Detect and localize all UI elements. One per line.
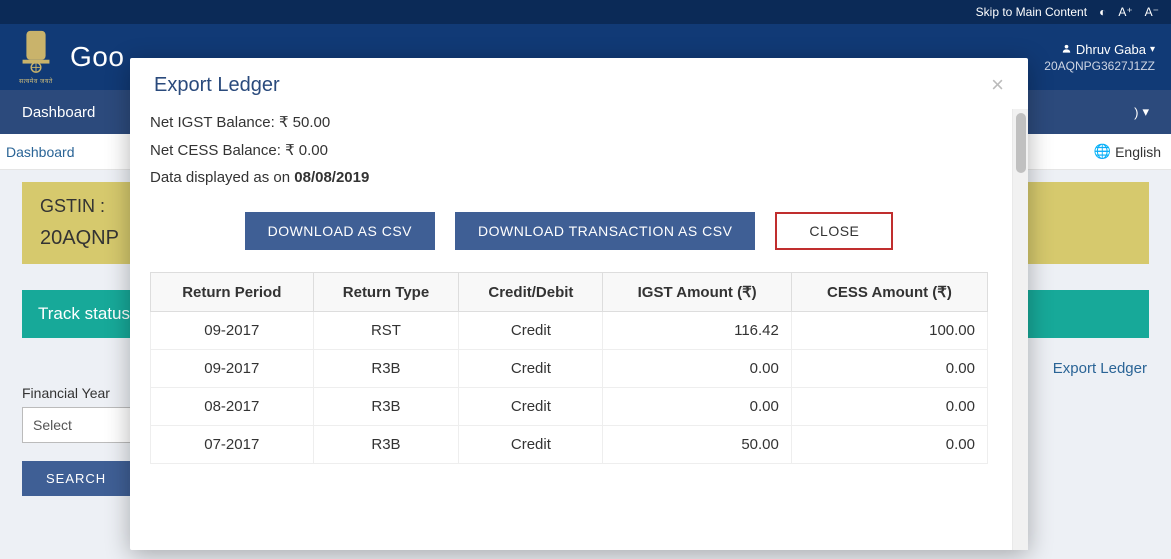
modal-body: Net IGST Balance: ₹ 50.00 Net CESS Balan…: [130, 109, 1012, 550]
export-ledger-modal: Export Ledger × Net IGST Balance: ₹ 50.0…: [130, 58, 1028, 550]
data-as-on: Data displayed as on 08/08/2019: [150, 169, 988, 186]
modal-close-button[interactable]: ×: [991, 74, 1004, 96]
table-row: 09-2017R3BCredit0.000.00: [151, 350, 988, 388]
language-selector[interactable]: 🌐 English: [1094, 143, 1161, 160]
cell-igst-amount: 50.00: [603, 426, 791, 464]
cell-return-type: RST: [313, 312, 459, 350]
table-header-row: Return Period Return Type Credit/Debit I…: [151, 273, 988, 312]
modal-button-row: DOWNLOAD AS CSV DOWNLOAD TRANSACTION AS …: [150, 212, 988, 250]
national-emblem-icon: सत्यमेव जयते: [16, 29, 56, 85]
ledger-table: Return Period Return Type Credit/Debit I…: [150, 272, 988, 464]
site-title: Goo: [70, 41, 124, 73]
cell-igst-amount: 116.42: [603, 312, 791, 350]
user-icon: [1061, 42, 1072, 57]
user-name: Dhruv Gaba: [1076, 42, 1146, 57]
nav-right-fragment[interactable]: ) ▾: [1134, 104, 1149, 120]
cell-return-period: 09-2017: [151, 312, 314, 350]
col-return-type: Return Type: [313, 273, 459, 312]
globe-icon: 🌐: [1094, 143, 1111, 160]
cell-credit-debit: Credit: [459, 350, 603, 388]
download-csv-button[interactable]: DOWNLOAD AS CSV: [245, 212, 435, 250]
modal-scrollbar[interactable]: [1012, 109, 1028, 550]
user-menu[interactable]: Dhruv Gaba ▾ 20AQNPG3627J1ZZ: [1044, 42, 1155, 73]
cell-igst-amount: 0.00: [603, 350, 791, 388]
cell-credit-debit: Credit: [459, 388, 603, 426]
user-gstin: 20AQNPG3627J1ZZ: [1044, 59, 1155, 73]
nav-right-text: ): [1134, 105, 1138, 120]
cell-cess-amount: 0.00: [791, 350, 987, 388]
col-cess-amount: CESS Amount (₹): [791, 273, 987, 312]
caret-down-icon: ▾: [1142, 104, 1149, 120]
net-igst-balance: Net IGST Balance: ₹ 50.00: [150, 113, 988, 131]
cell-return-period: 08-2017: [151, 388, 314, 426]
financial-year-value: Select: [33, 417, 72, 433]
emblem-caption: सत्यमेव जयते: [19, 77, 53, 85]
download-transaction-csv-button[interactable]: DOWNLOAD TRANSACTION AS CSV: [455, 212, 755, 250]
cell-cess-amount: 0.00: [791, 426, 987, 464]
col-return-period: Return Period: [151, 273, 314, 312]
cell-igst-amount: 0.00: [603, 388, 791, 426]
cell-return-period: 07-2017: [151, 426, 314, 464]
language-label: English: [1115, 144, 1161, 160]
breadcrumb-dashboard[interactable]: Dashboard: [6, 144, 75, 160]
contrast-icon[interactable]: ◐: [1099, 5, 1106, 19]
cell-credit-debit: Credit: [459, 312, 603, 350]
font-increase-button[interactable]: A⁺: [1118, 5, 1132, 19]
table-row: 07-2017R3BCredit50.000.00: [151, 426, 988, 464]
cell-return-period: 09-2017: [151, 350, 314, 388]
scrollbar-thumb[interactable]: [1016, 113, 1026, 173]
cell-credit-debit: Credit: [459, 426, 603, 464]
nav-dashboard[interactable]: Dashboard: [22, 104, 95, 121]
search-button[interactable]: SEARCH: [22, 461, 130, 496]
chevron-down-icon: ▾: [1150, 44, 1155, 55]
table-row: 09-2017RSTCredit116.42100.00: [151, 312, 988, 350]
close-button[interactable]: CLOSE: [775, 212, 893, 250]
cell-cess-amount: 100.00: [791, 312, 987, 350]
net-cess-balance: Net CESS Balance: ₹ 0.00: [150, 141, 988, 159]
col-credit-debit: Credit/Debit: [459, 273, 603, 312]
cell-return-type: R3B: [313, 388, 459, 426]
utility-bar: Skip to Main Content ◐ A⁺ A⁻: [0, 0, 1171, 24]
cell-return-type: R3B: [313, 350, 459, 388]
modal-title: Export Ledger: [154, 74, 280, 97]
cell-return-type: R3B: [313, 426, 459, 464]
skip-to-main-link[interactable]: Skip to Main Content: [976, 5, 1087, 19]
table-row: 08-2017R3BCredit0.000.00: [151, 388, 988, 426]
col-igst-amount: IGST Amount (₹): [603, 273, 791, 312]
font-decrease-button[interactable]: A⁻: [1145, 5, 1159, 19]
cell-cess-amount: 0.00: [791, 388, 987, 426]
